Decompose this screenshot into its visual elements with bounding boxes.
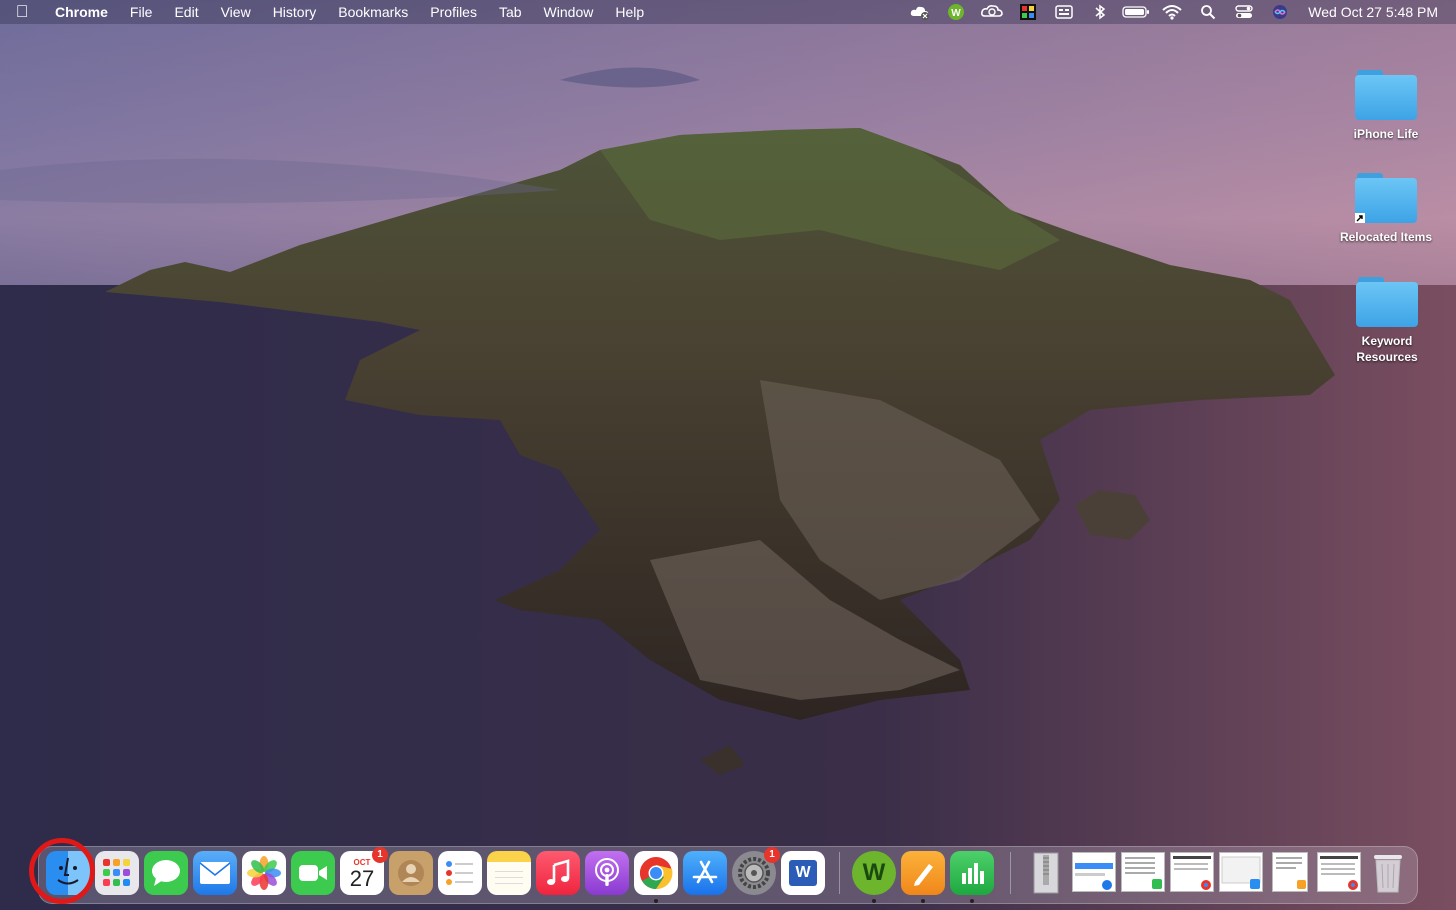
island-landscape — [0, 0, 1456, 910]
grammarly-dock-icon: W — [862, 859, 886, 886]
dock-separator — [839, 852, 840, 894]
dock-separator — [1010, 852, 1011, 894]
dock-trash[interactable] — [1366, 851, 1410, 895]
dock-facetime[interactable] — [291, 851, 335, 895]
spreadsheet-thumbnail-icon — [1125, 857, 1162, 889]
menu-edit[interactable]: Edit — [163, 0, 209, 24]
menu-bar:  Chrome File Edit View History Bookmark… — [0, 0, 1456, 24]
photos-icon — [247, 856, 281, 890]
messages-icon — [152, 860, 180, 886]
dock-calendar[interactable]: OCT 27 1 — [340, 847, 388, 895]
menu-tab[interactable]: Tab — [488, 0, 533, 24]
pages-document-thumbnail-icon — [1276, 857, 1306, 889]
desktop-item-label: Relocated Items — [1339, 230, 1433, 244]
podcasts-icon — [595, 858, 619, 886]
creative-cloud-icon[interactable] — [974, 0, 1010, 24]
dock-recent-document-1[interactable] — [1072, 852, 1116, 892]
menu-help[interactable]: Help — [604, 0, 655, 24]
folder-icon — [1356, 277, 1418, 327]
menu-file[interactable]: File — [119, 0, 164, 24]
numbers-icon — [962, 863, 984, 884]
siri-icon[interactable] — [1262, 0, 1298, 24]
music-icon — [547, 859, 570, 885]
desktop-wallpaper — [0, 0, 1456, 910]
wifi-icon[interactable] — [1154, 0, 1190, 24]
calendar-badge: 1 — [372, 847, 388, 863]
dock-recent-document-2[interactable] — [1121, 852, 1165, 892]
dock-recent-document-5[interactable] — [1272, 852, 1308, 892]
dock-archive-file[interactable] — [1024, 851, 1068, 895]
desktop-folder-iphone-life[interactable]: iPhone Life — [1331, 70, 1441, 142]
notes-icon — [495, 871, 523, 884]
system-preferences-badge: 1 — [764, 847, 780, 863]
spotlight-icon[interactable] — [1190, 0, 1226, 24]
mail-icon — [199, 862, 231, 884]
finder-highlight-circle — [29, 838, 95, 904]
svg-text:W: W — [952, 8, 962, 19]
finder-window-thumbnail-icon — [1221, 856, 1261, 889]
dock-podcasts[interactable] — [585, 851, 629, 895]
menu-history[interactable]: History — [262, 0, 328, 24]
dock-photos[interactable] — [242, 851, 286, 895]
pages-icon — [914, 864, 933, 886]
launchpad-icon — [103, 859, 130, 886]
dock-music[interactable] — [536, 851, 580, 895]
facetime-icon — [299, 865, 327, 881]
menu-profiles[interactable]: Profiles — [419, 0, 488, 24]
dock-reminders[interactable] — [438, 851, 482, 895]
dock-app-store[interactable] — [683, 851, 727, 895]
display-icon[interactable] — [1046, 0, 1082, 24]
dock-notes[interactable] — [487, 851, 531, 895]
bluetooth-icon[interactable] — [1082, 0, 1118, 24]
menu-clock[interactable]: Wed Oct 27 5:48 PM — [1308, 4, 1438, 20]
calendar-day: 27 — [349, 865, 375, 891]
chrome-icon — [639, 857, 673, 890]
numbers-running-indicator — [970, 899, 974, 903]
contacts-icon — [398, 860, 424, 886]
pages-running-indicator — [921, 899, 925, 903]
desktop-folder-relocated-items[interactable]: Relocated Items — [1331, 173, 1441, 245]
dock-recent-document-6[interactable] — [1317, 852, 1361, 892]
battery-icon[interactable] — [1118, 0, 1154, 24]
desktop-item-label: iPhone Life — [1353, 127, 1419, 141]
reminders-icon — [446, 861, 473, 885]
menu-view[interactable]: View — [210, 0, 262, 24]
grammarly-icon[interactable]: W — [938, 0, 974, 24]
document-thumbnail-icon — [1075, 863, 1113, 890]
dock-pages[interactable] — [901, 851, 945, 895]
desktop-folder-keyword-resources[interactable]: Keyword Resources — [1331, 277, 1443, 365]
webpage-thumbnail-icon — [1320, 856, 1358, 890]
dock-messages[interactable] — [144, 851, 188, 895]
app-store-icon — [692, 860, 718, 884]
dock-contacts[interactable] — [389, 851, 433, 895]
color-app-icon[interactable] — [1010, 0, 1046, 24]
cloud-sync-icon[interactable] — [902, 0, 938, 24]
grammarly-running-indicator — [872, 899, 876, 903]
folder-alias-icon — [1355, 173, 1417, 223]
dock-launchpad[interactable] — [95, 851, 139, 895]
trash-icon — [1374, 855, 1402, 893]
dock-chrome[interactable] — [634, 851, 678, 895]
desktop-item-label: Keyword Resources — [1356, 334, 1418, 364]
dock-recent-document-4[interactable] — [1219, 852, 1263, 892]
word-icon: W — [789, 860, 817, 886]
dock-mail[interactable] — [193, 851, 237, 895]
menu-bookmarks[interactable]: Bookmarks — [327, 0, 419, 24]
dock-grammarly[interactable]: W — [852, 851, 896, 895]
dock-word[interactable]: W — [781, 851, 825, 895]
menu-window[interactable]: Window — [533, 0, 605, 24]
folder-icon — [1355, 70, 1417, 120]
webpage-thumbnail-icon — [1173, 856, 1211, 890]
dock-numbers[interactable] — [950, 851, 994, 895]
control-center-icon[interactable] — [1226, 0, 1262, 24]
chrome-running-indicator — [654, 899, 658, 903]
dock-recent-document-3[interactable] — [1170, 852, 1214, 892]
archive-file-icon — [1033, 852, 1059, 894]
dock-system-preferences[interactable]: 1 — [732, 847, 780, 895]
apple-menu-icon[interactable]:  — [0, 0, 44, 24]
menu-app-name[interactable]: Chrome — [44, 0, 119, 24]
